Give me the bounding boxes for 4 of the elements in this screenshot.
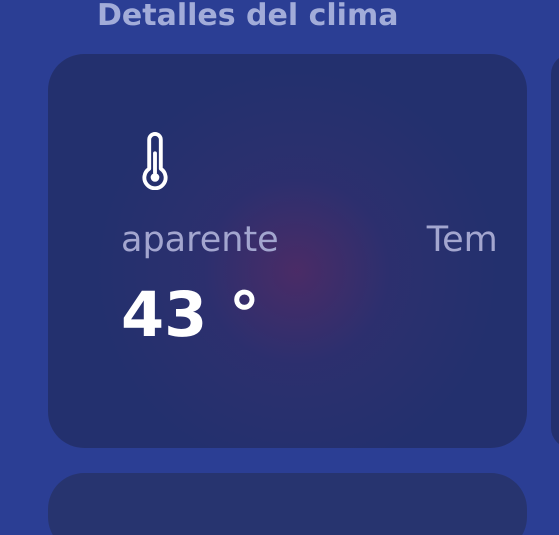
section-title: Detalles del clima bbox=[97, 0, 400, 35]
detail-label: aparente bbox=[121, 219, 279, 262]
detail-value: 43 ° bbox=[121, 280, 261, 350]
detail-label: Tem bbox=[426, 219, 498, 262]
